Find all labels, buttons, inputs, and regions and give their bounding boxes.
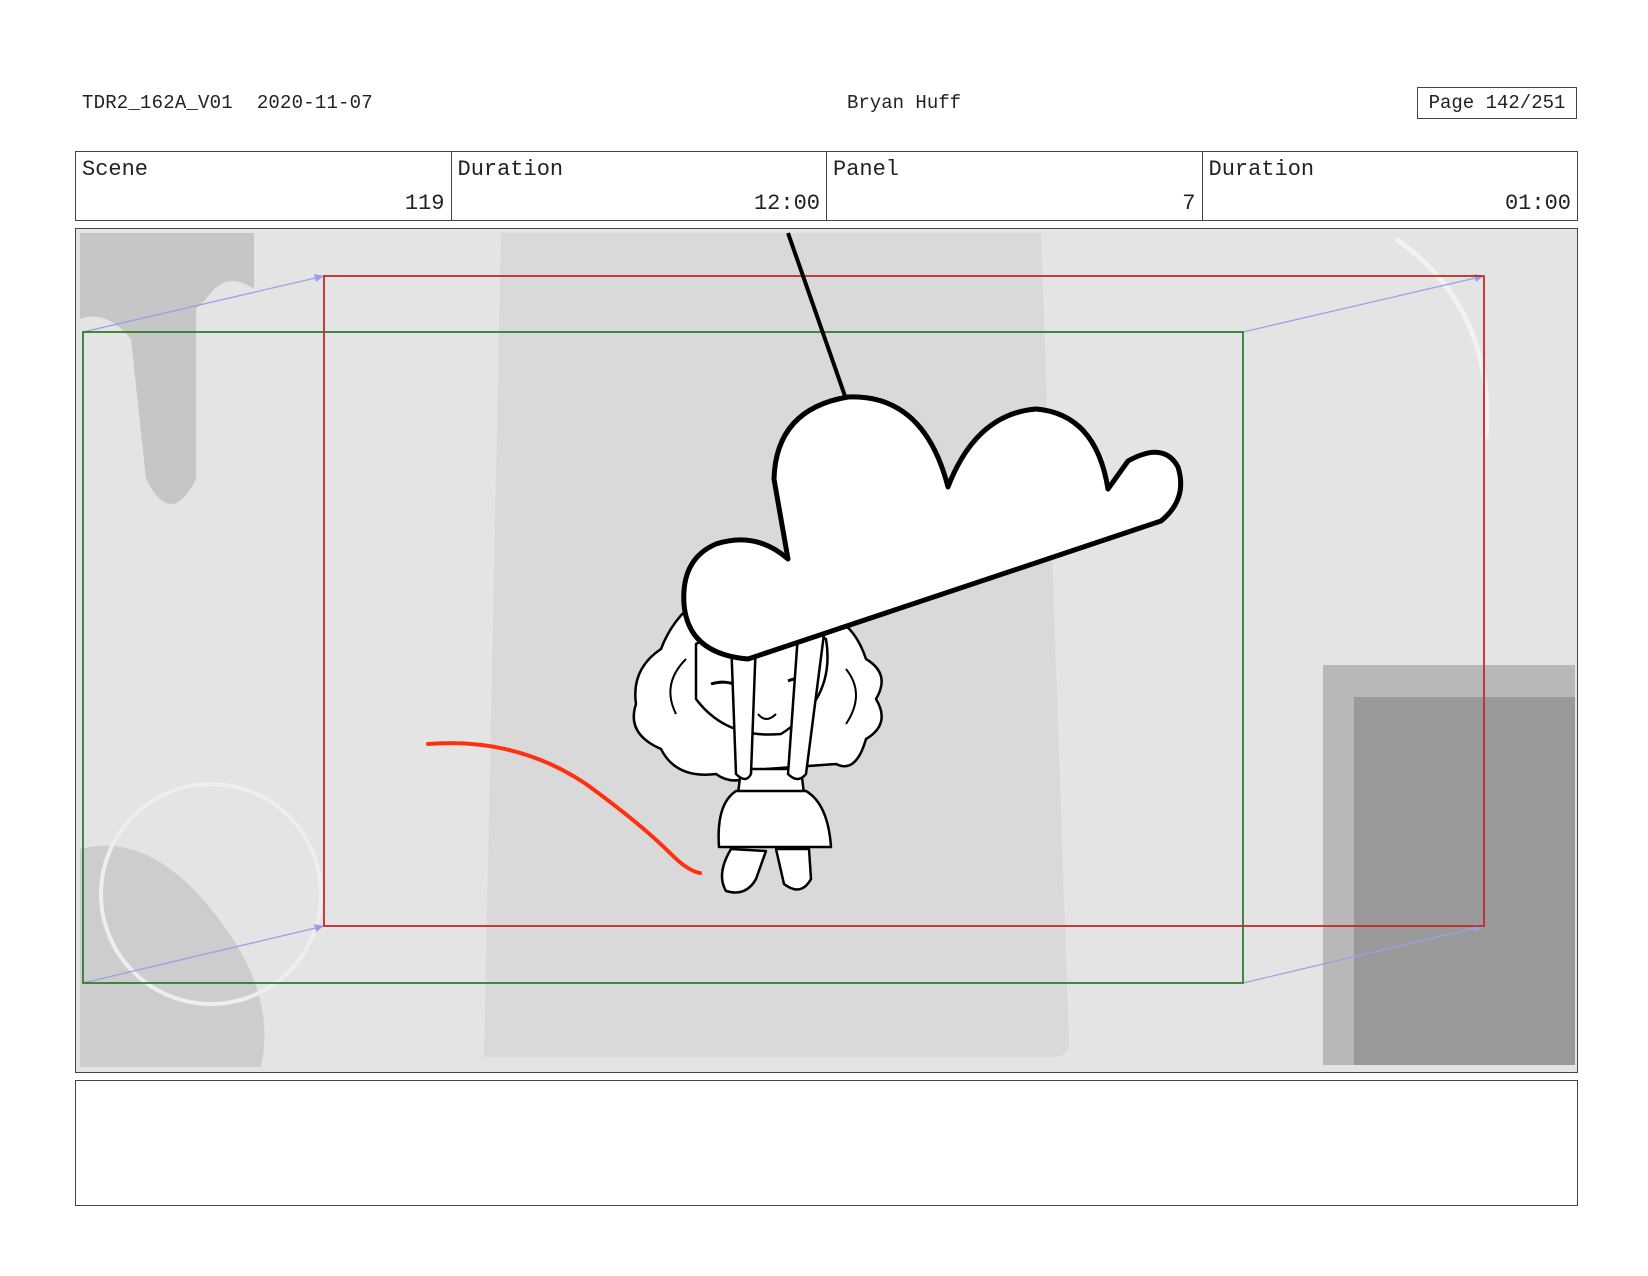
panel-notes-box — [75, 1080, 1578, 1206]
header-left: TDR2_162A_V01 2020-11-07 — [82, 92, 373, 114]
panel-duration-cell: Duration 01:00 — [1203, 152, 1578, 220]
storyboard-panel — [75, 228, 1578, 1073]
scene-label: Scene — [82, 157, 149, 182]
panel-cell: Panel 7 — [827, 152, 1203, 220]
page-number: Page 142/251 — [1428, 92, 1566, 114]
panel-value: 7 — [1182, 191, 1196, 216]
scene-duration-cell: Duration 12:00 — [452, 152, 827, 220]
panel-duration-value: 01:00 — [1504, 191, 1571, 216]
shot-info-table: Scene 119 Duration 12:00 Panel 7 Duratio… — [75, 151, 1578, 221]
scene-duration-value: 12:00 — [753, 191, 820, 216]
page-number-box: Page 142/251 — [1417, 87, 1577, 119]
panel-drawing — [76, 229, 1577, 1072]
scene-duration-label: Duration — [457, 157, 564, 182]
scene-cell: Scene 119 — [76, 152, 452, 220]
character-skirt — [717, 789, 833, 849]
header-date: 2020-11-07 — [256, 92, 373, 114]
scene-value: 119 — [404, 191, 445, 216]
panel-duration-label: Duration — [1208, 157, 1315, 182]
panel-label: Panel — [833, 157, 900, 182]
production-code: TDR2_162A_V01 — [82, 92, 233, 114]
artist-name: Bryan Huff — [847, 92, 962, 114]
background-door-inner — [1354, 697, 1575, 1065]
